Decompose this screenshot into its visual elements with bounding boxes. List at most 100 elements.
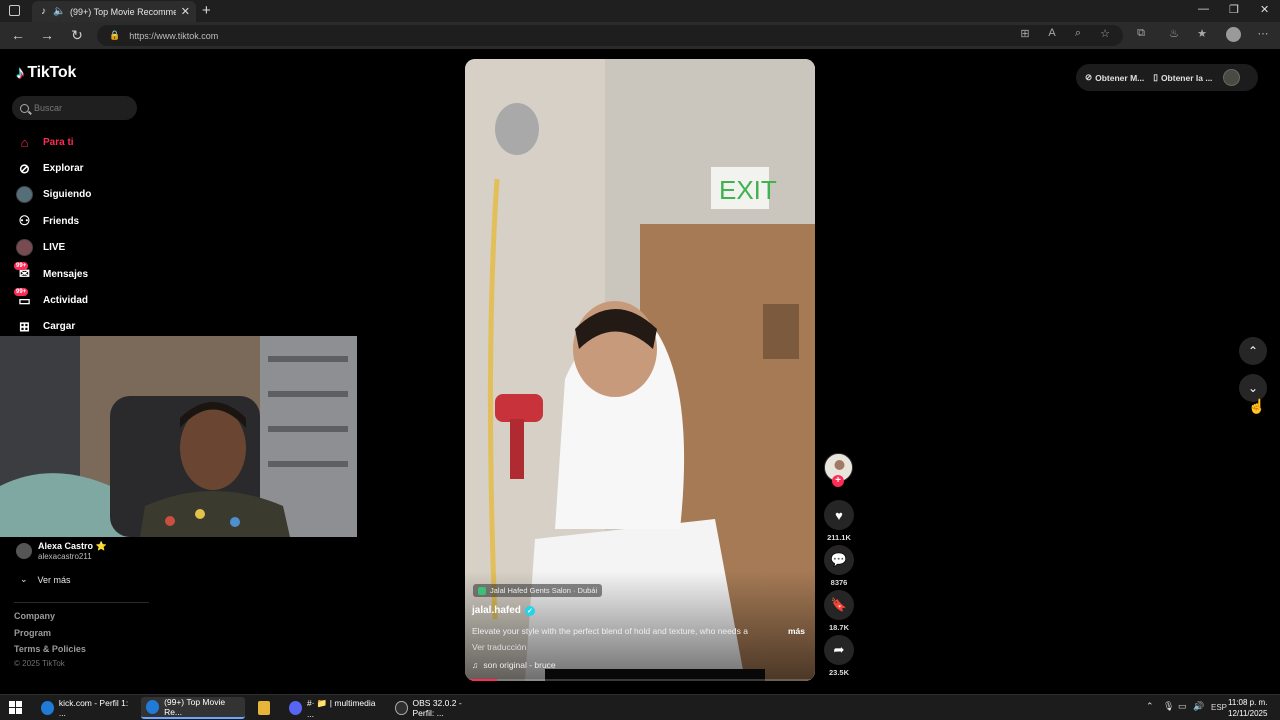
save-button[interactable]: 🔖 <box>824 590 854 620</box>
taskbar-item-label: (99+) Top Movie Re... <box>164 697 226 717</box>
search-input[interactable] <box>34 103 129 113</box>
language-indicator[interactable]: ESP <box>1211 703 1227 712</box>
volume-icon[interactable]: 🔊 <box>1193 701 1204 712</box>
see-more-button[interactable]: ⌄ Ver más <box>20 574 71 585</box>
zoom-icon[interactable]: ⌕ <box>1071 27 1085 40</box>
like-button[interactable]: ♥ <box>824 500 854 530</box>
sidebar-item-label: Mensajes <box>43 268 89 280</box>
app-icon[interactable]: ⊞ <box>1018 27 1032 40</box>
forward-icon[interactable]: → <box>38 26 56 44</box>
translate-link[interactable]: Ver traducción <box>472 642 526 652</box>
tray-overflow-icon[interactable]: ⌃ <box>1146 701 1154 712</box>
bookmark-icon: 🔖 <box>830 597 848 612</box>
restore-icon[interactable]: ❐ <box>1229 3 1239 16</box>
video-author[interactable]: jalal.hafed ✓ <box>472 605 535 616</box>
chevron-down-icon: ⌄ <box>20 574 28 584</box>
url-field[interactable]: 🔒 https://www.tiktok.com <box>97 25 1123 46</box>
more-menu-icon[interactable]: ⋯ <box>1256 27 1270 40</box>
search-box[interactable] <box>12 96 137 120</box>
edge-icon <box>41 701 54 715</box>
favorites-icon[interactable]: ★ <box>1195 27 1209 40</box>
sidebar-item-explorar[interactable]: ⊘ Explorar <box>14 155 144 181</box>
user-avatar[interactable] <box>1223 69 1241 86</box>
follow-plus-icon[interactable]: + <box>832 475 844 487</box>
get-app-button[interactable]: ▯ Obtener la ... <box>1153 72 1212 83</box>
profile-avatar[interactable] <box>1226 27 1241 42</box>
following-account[interactable]: Alexa Castro ⭐ alexacastro211 <box>16 541 107 561</box>
footer-link-terms[interactable]: Terms & Policies <box>14 644 86 654</box>
taskbar-item-kick[interactable]: kick.com - Perfil 1: ... <box>36 697 136 719</box>
video-actions: + ♥ 211.1K 💬 8376 🔖 18.7K ➦ 23.5K <box>823 453 855 680</box>
taskbar-item-label: kick.com - Perfil 1: ... <box>58 698 129 718</box>
activity-icon: ▭ 99+ <box>14 288 31 308</box>
chevron-down-icon: ⌄ <box>1247 381 1259 395</box>
clock-date: 12/11/2025 <box>1228 709 1268 718</box>
messages-badge: 99+ <box>14 261 29 270</box>
sidebar-item-label: Siguiendo <box>43 189 92 201</box>
comment-icon: 💬 <box>830 552 848 567</box>
tiktok-logo[interactable]: ♪ TikTok <box>16 63 76 83</box>
comment-button[interactable]: 💬 <box>824 545 854 575</box>
video-progress-fill <box>465 679 497 681</box>
sidebar-item-mensajes[interactable]: ✉ 99+ Mensajes <box>14 261 144 287</box>
taskbar-file-explorer[interactable] <box>253 697 275 719</box>
browser-tab-bar: ♪ 🔈 (99+) Top Movie Recommend ✕ + — ❐ ✕ <box>0 0 1280 22</box>
sidebar-item-live[interactable]: LIVE <box>14 235 144 261</box>
taskbar-item-discord[interactable]: #· 📁 | multimedia ... <box>284 697 384 719</box>
sidebar-item-actividad[interactable]: ▭ 99+ Actividad <box>14 287 144 313</box>
url-text: https://www.tiktok.com <box>129 30 219 41</box>
clock-time: 11:08 p. m. <box>1228 698 1268 707</box>
lock-icon[interactable]: 🔒 <box>109 30 120 41</box>
favorite-star-icon[interactable]: ☆ <box>1098 27 1112 40</box>
video-progress-bar[interactable] <box>465 679 815 681</box>
chevron-up-icon: ⌃ <box>1247 344 1259 358</box>
browser-tab[interactable]: ♪ 🔈 (99+) Top Movie Recommend ✕ <box>32 1 196 22</box>
tab-title: (99+) Top Movie Recommend <box>70 6 176 17</box>
system-clock[interactable]: 11:08 p. m. 12/11/2025 <box>1228 697 1267 719</box>
network-icon[interactable]: ▭ <box>1178 701 1187 712</box>
previous-video-button[interactable]: ⌃ <box>1239 337 1267 365</box>
upload-icon: ⊞ <box>19 318 30 334</box>
logo-text: TikTok <box>27 64 77 81</box>
like-count: 211.1K <box>827 533 851 542</box>
speaker-icon[interactable]: 🔈 <box>53 6 65 17</box>
close-tab-icon[interactable]: ✕ <box>181 5 190 18</box>
minimize-icon[interactable]: — <box>1198 3 1209 15</box>
performance-icon[interactable]: ♨ <box>1167 27 1181 40</box>
taskbar-item-obs[interactable]: OBS 32.0.2 - Perfil: ... <box>390 697 490 719</box>
sidebar-item-label: Para ti <box>43 136 74 148</box>
coin-icon: ⊘ <box>1085 72 1093 82</box>
more-button[interactable]: más <box>788 626 805 636</box>
compass-icon: ⊘ <box>19 160 30 176</box>
sidebar-item-para-ti[interactable]: ⌂ Para ti <box>14 129 144 155</box>
activity-badge: 99+ <box>14 288 29 297</box>
avatar <box>16 543 32 559</box>
video-player[interactable]: EXIT Jalal Hafed Gents Salon · Dubái jal… <box>465 59 815 681</box>
location-tag[interactable]: Jalal Hafed Gents Salon · Dubái <box>473 584 603 597</box>
home-icon: ⌂ <box>20 134 29 150</box>
microphone-icon[interactable]: 🎙 <box>1163 701 1174 712</box>
sidebar-item-siguiendo[interactable]: Siguiendo <box>14 182 144 208</box>
footer-link-program[interactable]: Program <box>14 628 51 638</box>
top-right-actions: ⊘ Obtener M... ▯ Obtener la ... <box>1076 64 1258 91</box>
footer-link-company[interactable]: Company <box>14 611 55 621</box>
window-menu-icon[interactable] <box>9 5 20 16</box>
read-aloud-icon[interactable]: A <box>1045 27 1059 39</box>
location-icon <box>478 586 486 595</box>
music-note-icon: ♫ <box>472 660 479 670</box>
new-tab-icon[interactable]: + <box>202 2 211 19</box>
webcam-image <box>0 336 357 537</box>
start-button[interactable] <box>9 701 22 714</box>
back-icon[interactable]: ← <box>9 26 27 44</box>
share-button[interactable]: ➦ <box>824 635 854 665</box>
divider <box>14 602 149 603</box>
sidebar-item-friends[interactable]: ⚇ Friends <box>14 208 144 234</box>
extensions-icon[interactable]: ⧉ <box>1134 27 1148 40</box>
sidebar-item-label: Friends <box>43 215 80 227</box>
get-coins-button[interactable]: ⊘ Obtener M... <box>1085 72 1144 83</box>
refresh-icon[interactable]: ↻ <box>68 26 86 44</box>
sidebar-nav: ⌂ Para ti ⊘ Explorar Siguiendo ⚇ Friends… <box>14 129 144 340</box>
sound-link[interactable]: ♫ son original - bruce <box>472 660 556 670</box>
taskbar-item-tiktok[interactable]: (99+) Top Movie Re... <box>141 697 245 719</box>
close-window-icon[interactable]: ✕ <box>1260 3 1269 16</box>
